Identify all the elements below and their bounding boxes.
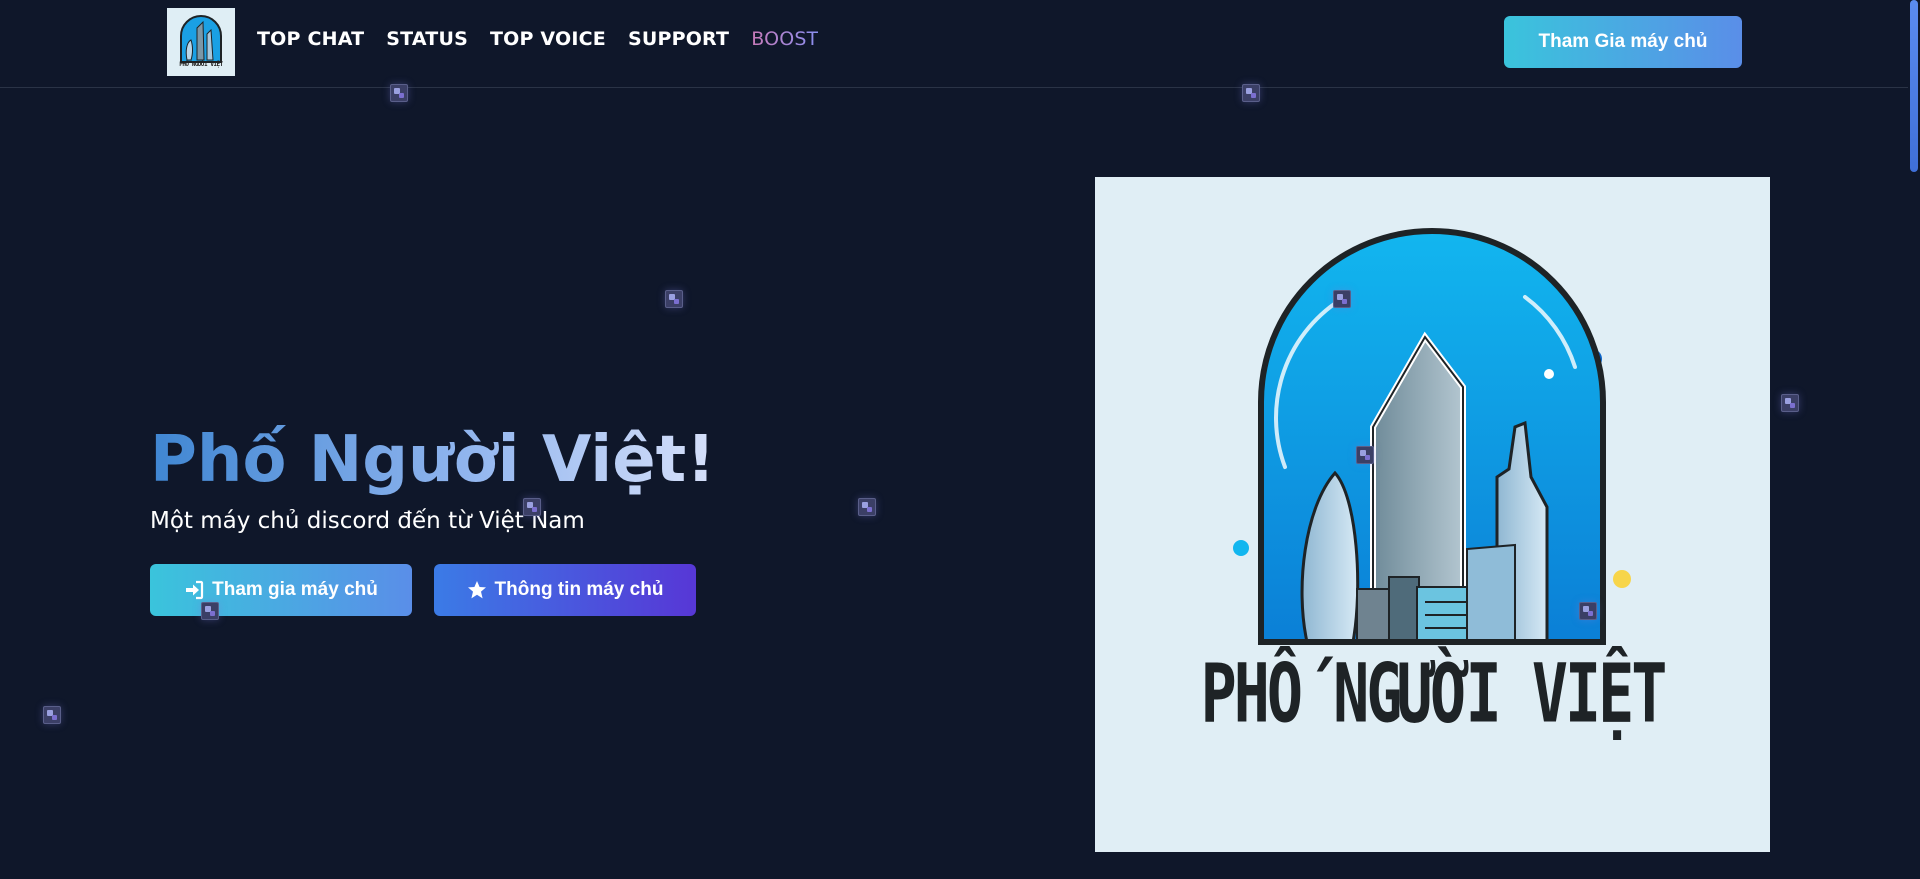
- join-server-label: Tham gia máy chủ: [212, 579, 378, 600]
- hero-subtitle: Một máy chủ discord đến từ Việt Nam: [150, 508, 585, 534]
- hero-title: Phố Người Việt!: [150, 420, 715, 500]
- navbar: PHỐ NGƯỜI VIỆT TOP CHAT STATUS TOP VOICE…: [0, 0, 1908, 88]
- nav-link-top-voice[interactable]: TOP VOICE: [490, 28, 606, 50]
- sparkle-icon: [1356, 446, 1374, 464]
- sparkle-icon: [858, 498, 876, 516]
- nav-links: TOP CHAT STATUS TOP VOICE SUPPORT BOOST: [257, 28, 818, 50]
- sparkle-icon: [665, 290, 683, 308]
- server-info-label: Thông tin máy chủ: [494, 579, 664, 600]
- sparkle-icon: [390, 84, 408, 102]
- server-info-button[interactable]: Thông tin máy chủ: [434, 564, 696, 616]
- nav-link-top-chat[interactable]: TOP CHAT: [257, 28, 364, 50]
- sparkle-icon: [1242, 84, 1260, 102]
- city-skyline-icon: [1233, 228, 1631, 645]
- nav-link-support[interactable]: SUPPORT: [628, 28, 729, 50]
- sparkle-icon: [1579, 602, 1597, 620]
- sparkle-icon: [1781, 394, 1799, 412]
- sparkle-icon: [523, 498, 541, 516]
- sparkle-icon: [43, 706, 61, 724]
- brand-text: PHỐ NGƯỜI VIỆT: [179, 61, 223, 68]
- sign-in-icon: [184, 580, 204, 600]
- sparkle-icon: [201, 602, 219, 620]
- star-icon: [467, 580, 487, 600]
- nav-link-boost[interactable]: BOOST: [751, 28, 818, 50]
- brand-logo[interactable]: PHỐ NGƯỜI VIỆT: [167, 8, 235, 76]
- scrollbar-thumb[interactable]: [1910, 0, 1918, 172]
- join-server-button[interactable]: Tham gia máy chủ: [150, 564, 412, 616]
- page-scrollbar[interactable]: [1908, 0, 1920, 879]
- server-logo-image: PHỐ NGƯỜI VIỆT: [1095, 177, 1770, 852]
- sparkle-icon: [1333, 290, 1351, 308]
- logo-text: PHỐ NGƯỜI VIỆT: [1200, 647, 1668, 742]
- nav-link-status[interactable]: STATUS: [386, 28, 468, 50]
- join-server-button-top[interactable]: Tham Gia máy chủ: [1504, 16, 1742, 68]
